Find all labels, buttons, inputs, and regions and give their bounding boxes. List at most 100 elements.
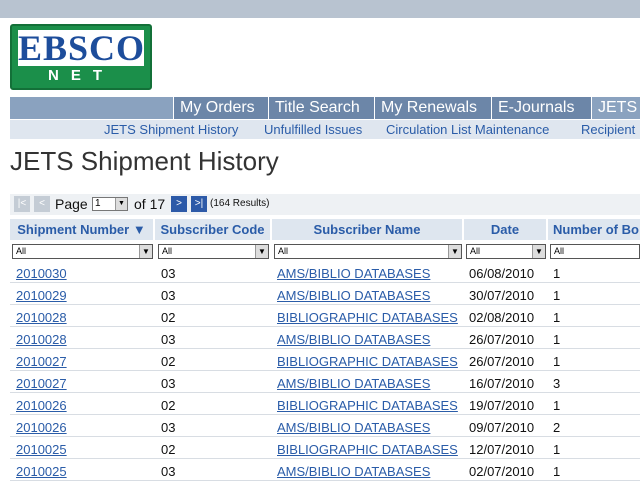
number-of-boxes: 1: [553, 332, 561, 347]
subscriber-name-link[interactable]: AMS/BIBLIO DATABASES: [277, 371, 430, 392]
col-header-shipment-number[interactable]: Shipment Number ▼: [10, 219, 155, 240]
subnav-unfulfilled-issues[interactable]: Unfulfilled Issues: [264, 120, 362, 139]
subscriber-name-link[interactable]: AMS/BIBLIO DATABASES: [277, 327, 430, 348]
shipment-date: 12/07/2010: [469, 442, 535, 457]
filter-value: All: [554, 246, 565, 256]
shipment-date: 09/07/2010: [469, 420, 535, 435]
subscriber-code: 03: [161, 376, 176, 391]
subscriber-code: 03: [161, 420, 176, 435]
results-count: (164 Results): [210, 198, 270, 209]
prev-page-icon[interactable]: <: [34, 196, 50, 212]
subscriber-name-link[interactable]: AMS/BIBLIO DATABASES: [277, 415, 430, 436]
table-row: 2010028 02 BIBLIOGRAPHIC DATABASES 02/08…: [10, 305, 640, 327]
subscriber-name-link[interactable]: BIBLIOGRAPHIC DATABASES: [277, 349, 458, 370]
col-header-number-of-boxes[interactable]: Number of Bo: [548, 219, 640, 240]
chevron-down-icon: ▼: [115, 198, 127, 210]
subscriber-name-link[interactable]: BIBLIOGRAPHIC DATABASES: [277, 393, 458, 414]
number-of-boxes: 3: [553, 376, 561, 391]
nav-my-renewals[interactable]: My Renewals: [374, 97, 491, 119]
table-row: 2010027 02 BIBLIOGRAPHIC DATABASES 26/07…: [10, 349, 640, 371]
number-of-boxes: 1: [553, 398, 561, 413]
shipment-number-link[interactable]: 2010029: [16, 283, 67, 304]
filter-subscriber-name[interactable]: All ▼: [274, 244, 462, 259]
col-header-subscriber-code[interactable]: Subscriber Code: [155, 219, 272, 240]
table-row: 2010030 03 AMS/BIBLIO DATABASES 06/08/20…: [10, 261, 640, 283]
table-row: 2010029 03 AMS/BIBLIO DATABASES 30/07/20…: [10, 283, 640, 305]
filter-shipment-number[interactable]: All ▼: [12, 244, 153, 259]
subnav-circulation-list-maintenance[interactable]: Circulation List Maintenance: [386, 120, 549, 139]
shipment-number-link[interactable]: 2010030: [16, 261, 67, 282]
shipment-number-link[interactable]: 2010025: [16, 437, 67, 458]
subscriber-code: 03: [161, 288, 176, 303]
col-header-date[interactable]: Date: [464, 219, 548, 240]
filter-value: All: [16, 246, 27, 256]
shipment-date: 26/07/2010: [469, 354, 535, 369]
subscriber-name-link[interactable]: AMS/BIBLIO DATABASES: [277, 459, 430, 480]
shipment-date: 19/07/2010: [469, 398, 535, 413]
filter-subscriber-code[interactable]: All ▼: [158, 244, 269, 259]
shipment-date: 02/08/2010: [469, 310, 535, 325]
logo-ebsco-text: EBSCO: [18, 28, 146, 68]
subscriber-code: 03: [161, 266, 176, 281]
filter-value: All: [278, 246, 289, 256]
next-page-icon[interactable]: >: [171, 196, 187, 212]
table-row: 2010026 02 BIBLIOGRAPHIC DATABASES 19/07…: [10, 393, 640, 415]
main-nav: My Orders Title Search My Renewals E-Jou…: [10, 97, 640, 119]
shipment-number-link[interactable]: 2010026: [16, 415, 67, 436]
ebsconet-logo[interactable]: EBSCO NET: [10, 24, 152, 90]
shipment-number-link[interactable]: 2010027: [16, 371, 67, 392]
subscriber-code: 02: [161, 354, 176, 369]
shipment-date: 06/08/2010: [469, 266, 535, 281]
nav-jets[interactable]: JETS: [591, 97, 640, 119]
sub-nav: JETS Shipment History Unfulfilled Issues…: [10, 120, 640, 139]
col-header-shipment-number-label: Shipment Number: [17, 222, 130, 237]
window-top-strip: [0, 0, 640, 18]
number-of-boxes: 1: [553, 288, 561, 303]
first-page-icon[interactable]: |<: [14, 196, 30, 212]
page-select[interactable]: 1 ▼: [92, 197, 128, 211]
subscriber-name-link[interactable]: BIBLIOGRAPHIC DATABASES: [277, 437, 458, 458]
number-of-boxes: 1: [553, 354, 561, 369]
page-count: of 17: [134, 196, 166, 212]
number-of-boxes: 2: [553, 420, 561, 435]
nav-my-orders[interactable]: My Orders: [173, 97, 268, 119]
nav-title-search[interactable]: Title Search: [268, 97, 374, 119]
filter-number-of-boxes[interactable]: All: [550, 244, 640, 259]
subscriber-name-link[interactable]: BIBLIOGRAPHIC DATABASES: [277, 305, 458, 326]
nav-e-journals[interactable]: E-Journals: [491, 97, 591, 119]
shipment-number-link[interactable]: 2010027: [16, 349, 67, 370]
subscriber-name-link[interactable]: AMS/BIBLIO DATABASES: [277, 283, 430, 304]
sort-desc-icon: ▼: [132, 222, 146, 237]
filter-value: All: [162, 246, 173, 256]
page-title: JETS Shipment History: [10, 146, 279, 176]
table-row: 2010028 03 AMS/BIBLIO DATABASES 26/07/20…: [10, 327, 640, 349]
subnav-recipient[interactable]: Recipient: [581, 120, 635, 139]
table-row: 2010026 03 AMS/BIBLIO DATABASES 09/07/20…: [10, 415, 640, 437]
shipment-number-link[interactable]: 2010025: [16, 459, 67, 480]
number-of-boxes: 1: [553, 266, 561, 281]
shipment-date: 16/07/2010: [469, 376, 535, 391]
col-header-subscriber-name[interactable]: Subscriber Name: [272, 219, 464, 240]
chevron-down-icon: ▼: [255, 245, 268, 258]
table-row: 2010027 03 AMS/BIBLIO DATABASES 16/07/20…: [10, 371, 640, 393]
filter-value: All: [470, 246, 481, 256]
shipment-number-link[interactable]: 2010028: [16, 305, 67, 326]
subscriber-code: 02: [161, 310, 176, 325]
shipment-date: 30/07/2010: [469, 288, 535, 303]
subscriber-code: 02: [161, 398, 176, 413]
chevron-down-icon: ▼: [139, 245, 152, 258]
subnav-jets-shipment-history[interactable]: JETS Shipment History: [104, 120, 238, 139]
filter-date[interactable]: All ▼: [466, 244, 546, 259]
shipment-number-link[interactable]: 2010026: [16, 393, 67, 414]
subscriber-code: 03: [161, 332, 176, 347]
shipment-number-link[interactable]: 2010028: [16, 327, 67, 348]
subscriber-name-link[interactable]: AMS/BIBLIO DATABASES: [277, 261, 430, 282]
page-label: Page: [55, 196, 88, 212]
chevron-down-icon: ▼: [448, 245, 461, 258]
number-of-boxes: 1: [553, 442, 561, 457]
last-page-icon[interactable]: >|: [191, 196, 207, 212]
number-of-boxes: 1: [553, 310, 561, 325]
table-row: 2010025 03 AMS/BIBLIO DATABASES 02/07/20…: [10, 459, 640, 481]
shipment-date: 02/07/2010: [469, 464, 535, 479]
subscriber-code: 03: [161, 464, 176, 479]
